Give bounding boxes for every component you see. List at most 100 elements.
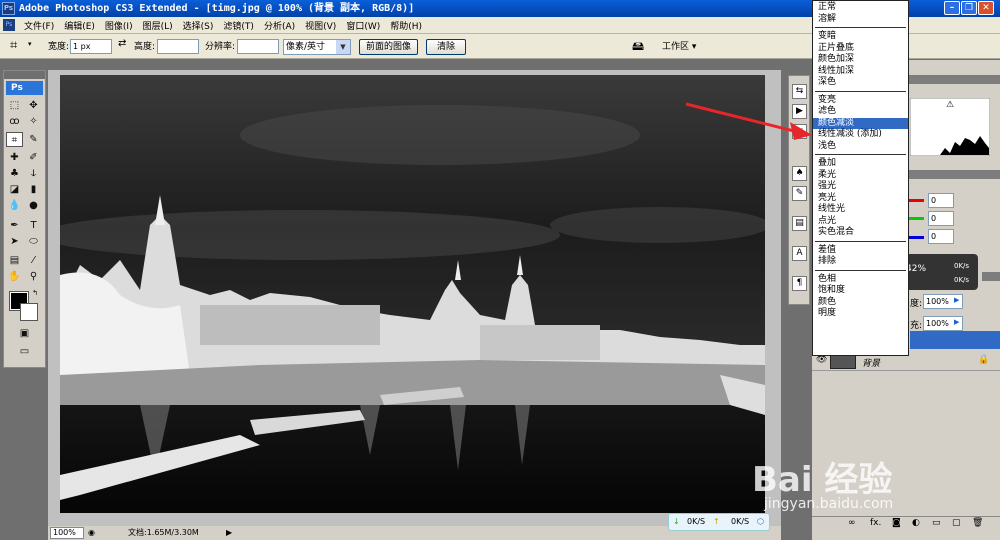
swap-colors-icon[interactable]: ↰ [30, 288, 40, 298]
pen-tool-icon[interactable]: ✒ [6, 218, 23, 233]
menu-image[interactable]: 图像(I) [100, 19, 138, 32]
fill-arrow-icon[interactable]: ▶ [954, 318, 959, 326]
blend-mode-option[interactable]: 变亮 [813, 95, 908, 107]
background-color-swatch[interactable] [20, 303, 38, 321]
new-group-icon[interactable]: ▭ [932, 518, 941, 528]
brushes-panel-icon[interactable]: ✎ [792, 186, 807, 201]
screen-mode-icon[interactable]: ▭ [16, 344, 33, 359]
histogram-warning-icon[interactable]: ⚠ [946, 100, 954, 110]
menu-help[interactable]: 帮助(H) [385, 19, 427, 32]
clone-stamp-tool-icon[interactable]: ♣ [6, 166, 23, 181]
swap-dimensions-icon[interactable]: ⇄ [118, 38, 126, 49]
resolution-input[interactable] [237, 39, 279, 54]
red-value-input[interactable]: 0 [928, 193, 954, 208]
network-tool-icon[interactable]: ⬡ [757, 514, 764, 530]
marquee-tool-icon[interactable]: ⬚ [6, 98, 23, 113]
paragraph-panel-icon[interactable]: ¶ [792, 276, 807, 291]
blend-mode-option[interactable]: 变暗 [813, 31, 908, 43]
blue-slider-bar[interactable] [908, 236, 924, 239]
bridge-icon[interactable]: 🖴 [632, 37, 644, 58]
close-button[interactable]: ✕ [978, 1, 994, 15]
blend-mode-option[interactable]: 柔光 [813, 170, 908, 182]
clear-button[interactable]: 清除 [426, 39, 466, 55]
menu-edit[interactable]: 编辑(E) [59, 19, 100, 32]
shape-tool-icon[interactable]: ⬭ [25, 234, 42, 249]
blend-mode-option[interactable]: 溶解 [813, 14, 908, 26]
magic-wand-tool-icon[interactable]: ✧ [25, 114, 42, 129]
image-canvas[interactable] [60, 75, 765, 513]
minimize-button[interactable]: – [944, 1, 960, 15]
status-info-icon[interactable]: ◉ [88, 526, 95, 540]
eye-icon[interactable]: 👁 [816, 355, 827, 365]
layer-row-selected[interactable] [910, 331, 1000, 349]
character-panel-icon[interactable]: A [792, 246, 807, 261]
notes-tool-icon[interactable]: ▤ [6, 253, 23, 268]
maximize-button[interactable]: ❐ [961, 1, 977, 15]
blend-mode-option[interactable]: 实色混合 [813, 227, 908, 239]
red-slider-bar[interactable] [908, 199, 924, 202]
gradient-tool-icon[interactable]: ▮ [25, 182, 42, 197]
dodge-tool-icon[interactable]: ● [25, 198, 42, 213]
menu-window[interactable]: 窗口(W) [341, 19, 385, 32]
blend-mode-option[interactable]: 深色 [813, 77, 908, 89]
toolbox-header[interactable] [4, 71, 45, 79]
menu-view[interactable]: 视图(V) [300, 19, 341, 32]
blend-mode-option[interactable]: 饱和度 [813, 285, 908, 297]
blend-mode-option[interactable]: 颜色减淡 [813, 117, 908, 129]
blend-mode-option[interactable]: 明度 [813, 308, 908, 320]
tool-preset-chevron-icon[interactable]: ▾ [28, 40, 32, 48]
blend-mode-option[interactable]: 叠加 [813, 158, 908, 170]
opacity-arrow-icon[interactable]: ▶ [954, 296, 959, 304]
blend-mode-option[interactable]: 色相 [813, 274, 908, 286]
layers-panel-header[interactable] [982, 272, 1000, 281]
clone-source-panel-icon[interactable]: ♠ [792, 166, 807, 181]
green-value-input[interactable]: 0 [928, 211, 954, 226]
quick-mask-icon[interactable]: ▣ [16, 326, 33, 341]
blur-tool-icon[interactable]: 💧 [6, 198, 23, 213]
slice-tool-icon[interactable]: ✎ [25, 132, 42, 147]
blend-mode-option[interactable]: 滤色 [813, 106, 908, 118]
blend-mode-option[interactable]: 浅色 [813, 141, 908, 153]
blue-value-input[interactable]: 0 [928, 229, 954, 244]
menu-analysis[interactable]: 分析(A) [259, 19, 300, 32]
blend-mode-option[interactable]: 线性加深 [813, 66, 908, 78]
move-tool-icon[interactable]: ✥ [25, 98, 42, 113]
blend-mode-option[interactable]: 差值 [813, 245, 908, 257]
history-brush-tool-icon[interactable]: ↆ [25, 166, 42, 181]
width-input[interactable]: 1 px [70, 39, 112, 54]
blend-mode-option[interactable]: 强光 [813, 181, 908, 193]
layer-style-button[interactable]: fx. [870, 518, 881, 528]
blend-mode-option[interactable]: 颜色 [813, 297, 908, 309]
eraser-tool-icon[interactable]: ◪ [6, 182, 23, 197]
add-mask-icon[interactable]: ◙ [892, 518, 901, 528]
front-image-button[interactable]: 前面的图像 [359, 39, 418, 55]
blend-mode-option[interactable]: 排除 [813, 256, 908, 268]
blend-mode-option[interactable]: 正片叠底 [813, 43, 908, 55]
path-selection-tool-icon[interactable]: ➤ [6, 234, 23, 249]
delete-layer-icon[interactable]: 🗑 [972, 518, 983, 528]
crop-tool-icon[interactable]: ⌗ [10, 38, 17, 53]
blend-mode-option[interactable]: 线性光 [813, 204, 908, 216]
link-layers-icon[interactable]: ∞ [848, 518, 856, 528]
healing-brush-tool-icon[interactable]: ✚ [6, 150, 23, 165]
app-menu-icon[interactable]: Ps [3, 19, 15, 31]
blend-mode-option[interactable]: 颜色加深 [813, 54, 908, 66]
green-slider-bar[interactable] [908, 217, 924, 220]
zoom-tool-icon[interactable]: ⚲ [25, 269, 42, 284]
brush-tool-icon[interactable]: ✐ [25, 150, 42, 165]
resolution-units-select[interactable]: 像素/英寸 ▼ [283, 39, 351, 55]
blend-mode-option[interactable]: 点光 [813, 216, 908, 228]
blend-mode-option[interactable]: 线性减淡 (添加) [813, 129, 908, 141]
eyedropper-tool-icon[interactable]: ⁄ [25, 253, 42, 268]
menu-select[interactable]: 选择(S) [178, 19, 219, 32]
status-menu-arrow-icon[interactable]: ▶ [226, 526, 232, 540]
new-layer-icon[interactable]: ▢ [952, 518, 961, 528]
crop-tool-selected-icon[interactable]: ⌗ [6, 132, 23, 147]
menu-filter[interactable]: 滤镜(T) [218, 19, 259, 32]
hand-tool-icon[interactable]: ✋ [6, 269, 23, 284]
workspace-menu[interactable]: 工作区 ▾ [662, 39, 696, 52]
blend-mode-option[interactable]: 亮光 [813, 193, 908, 205]
height-input[interactable] [157, 39, 199, 54]
zoom-level-field[interactable]: 100% [50, 527, 84, 539]
menu-file[interactable]: 文件(F) [19, 19, 59, 32]
